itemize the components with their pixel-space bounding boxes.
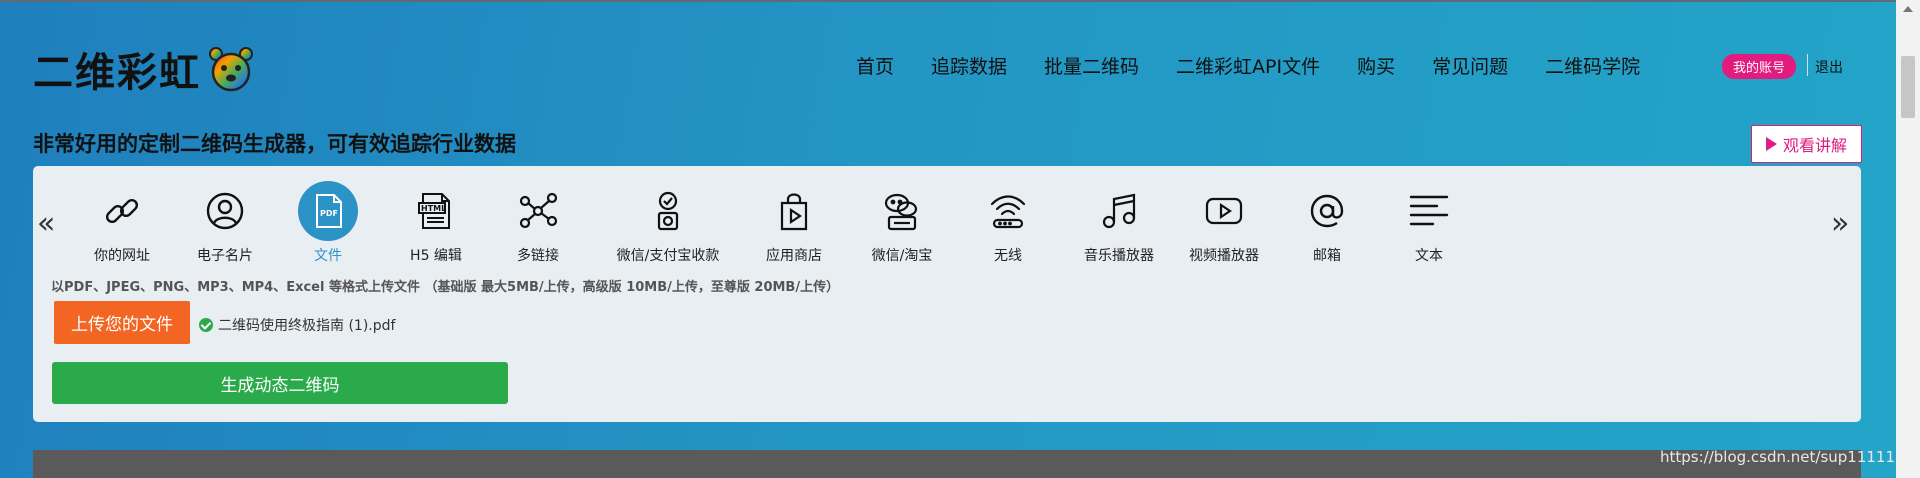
page-tagline: 非常好用的定制二维码生成器，可有效追踪行业数据 — [33, 132, 516, 156]
type-video[interactable]: 视频播放器 — [1169, 181, 1279, 265]
type-payment[interactable]: 微信/支付宝收款 — [613, 181, 723, 265]
type-label: 应用商店 — [766, 248, 822, 264]
uploaded-file-name: 二维码使用终极指南 (1).pdf — [218, 318, 396, 334]
wechat-icon — [872, 181, 932, 241]
vertical-scrollbar[interactable] — [1896, 0, 1920, 478]
my-account-button[interactable]: 我的账号 — [1722, 54, 1797, 79]
header-divider — [1807, 54, 1808, 76]
type-label: 多链接 — [517, 248, 559, 264]
type-label: 无线 — [994, 248, 1022, 264]
type-url[interactable]: 你的网址 — [67, 181, 177, 265]
multilink-icon — [508, 181, 568, 241]
pdf-icon: PDF — [298, 181, 358, 241]
main-nav: 首页 追踪数据 批量二维码 二维彩虹API文件 购买 常见问题 二维码学院 — [856, 52, 1640, 79]
type-label: 微信/淘宝 — [871, 248, 933, 264]
music-icon — [1089, 181, 1149, 241]
qr-generator-panel: « » 你的网址 电子名片 PDF 文件 HTML H5 编辑 多链接 微信/支… — [33, 166, 1861, 422]
text-icon — [1399, 181, 1459, 241]
payment-icon — [638, 181, 698, 241]
check-circle-icon — [199, 318, 213, 332]
type-multilink[interactable]: 多链接 — [483, 181, 593, 265]
type-email[interactable]: 邮箱 — [1272, 181, 1382, 265]
wifi-icon — [978, 181, 1038, 241]
type-app-store[interactable]: 应用商店 — [739, 181, 849, 265]
logo-text: 二维彩虹 — [33, 50, 201, 96]
html-icon: HTML — [406, 181, 466, 241]
type-label: 微信/支付宝收款 — [616, 248, 720, 264]
type-vcard[interactable]: 电子名片 — [170, 181, 280, 265]
app-store-icon — [764, 181, 824, 241]
type-label: 音乐播放器 — [1084, 248, 1154, 264]
scrollbar-thumb[interactable] — [1901, 56, 1915, 118]
nav-academy[interactable]: 二维码学院 — [1545, 52, 1640, 79]
type-label: 你的网址 — [94, 248, 150, 264]
nav-batch[interactable]: 批量二维码 — [1044, 52, 1139, 79]
type-label: 电子名片 — [197, 248, 253, 264]
logout-link[interactable]: 退出 — [1815, 57, 1843, 77]
svg-text:PDF: PDF — [320, 209, 338, 218]
scroll-left-arrow-icon[interactable]: « — [37, 206, 55, 241]
watch-tutorial-label: 观看讲解 — [1782, 136, 1847, 155]
watermark-text: https://blog.csdn.net/sup1111111 — [1660, 448, 1915, 466]
type-label: H5 编辑 — [410, 248, 462, 264]
user-icon — [195, 181, 255, 241]
link-icon — [92, 181, 152, 241]
nav-purchase[interactable]: 购买 — [1357, 52, 1395, 79]
uploaded-file-status: 二维码使用终极指南 (1).pdf — [199, 315, 395, 335]
type-h5[interactable]: HTML H5 编辑 — [381, 181, 491, 265]
logo[interactable]: 二维彩虹 — [33, 40, 255, 98]
type-label: 视频播放器 — [1189, 248, 1259, 264]
email-icon — [1297, 181, 1357, 241]
top-border — [0, 0, 1920, 2]
generate-dynamic-qr-button[interactable]: 生成动态二维码 — [52, 362, 508, 404]
scroll-right-arrow-icon[interactable]: » — [1831, 206, 1849, 241]
scroll-up-icon[interactable] — [1903, 6, 1913, 12]
svg-text:HTML: HTML — [421, 204, 446, 213]
result-panel-top — [33, 450, 1861, 478]
type-label: 邮箱 — [1313, 248, 1341, 264]
type-music[interactable]: 音乐播放器 — [1064, 181, 1174, 265]
type-wifi[interactable]: 无线 — [953, 181, 1063, 265]
type-label: 文件 — [314, 248, 342, 264]
nav-faq[interactable]: 常见问题 — [1432, 52, 1508, 79]
play-icon — [1765, 137, 1777, 151]
nav-home[interactable]: 首页 — [856, 52, 894, 79]
type-label: 文本 — [1415, 248, 1443, 264]
type-wechat-taobao[interactable]: 微信/淘宝 — [847, 181, 957, 265]
video-icon — [1194, 181, 1254, 241]
rainbow-bear-logo-icon — [209, 47, 253, 92]
type-file[interactable]: PDF 文件 — [273, 181, 383, 265]
nav-api[interactable]: 二维彩虹API文件 — [1176, 52, 1320, 79]
upload-format-note: 以PDF、JPEG、PNG、MP3、MP4、Excel 等格式上传文件 （基础版… — [51, 280, 840, 295]
nav-tracking[interactable]: 追踪数据 — [931, 52, 1007, 79]
upload-file-button[interactable]: 上传您的文件 — [54, 301, 190, 344]
type-text[interactable]: 文本 — [1374, 181, 1484, 265]
watch-tutorial-button[interactable]: 观看讲解 — [1751, 125, 1862, 163]
